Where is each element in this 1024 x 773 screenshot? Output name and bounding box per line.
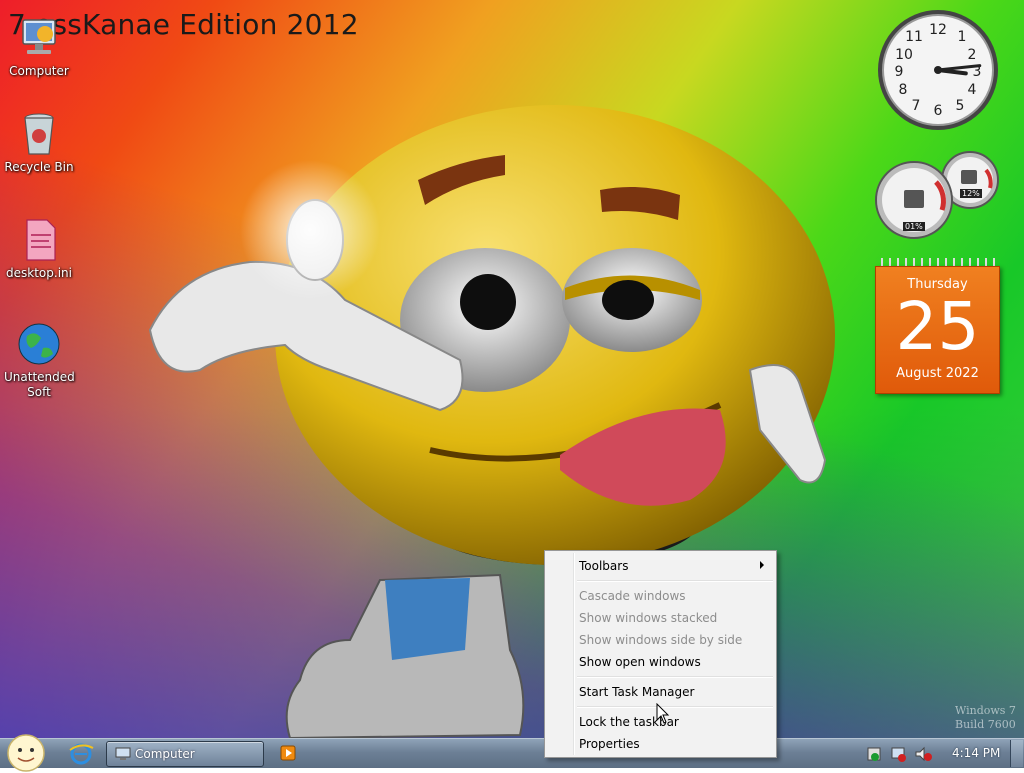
desktop-icon-label: Computer — [9, 64, 69, 78]
taskbar-button-computer[interactable]: Computer — [106, 741, 264, 767]
svg-text:4: 4 — [968, 82, 977, 98]
media-player-icon[interactable] — [280, 745, 296, 761]
computer-icon — [15, 14, 63, 62]
show-desktop-button[interactable] — [1010, 740, 1023, 767]
volume-muted-icon — [915, 746, 932, 762]
settings-file-icon — [15, 216, 63, 264]
start-button[interactable] — [6, 733, 46, 773]
menu-item-show-open-windows[interactable]: Show open windows — [579, 653, 701, 671]
desktop-icon-unattended-soft[interactable]: Unattended Soft — [1, 320, 77, 400]
desktop-icon-label: Recycle Bin — [4, 160, 74, 174]
svg-text:9: 9 — [895, 64, 904, 80]
svg-text:11: 11 — [905, 29, 923, 45]
desktop-icon-recycle-bin[interactable]: Recycle Bin — [1, 110, 77, 175]
calendar-month-year: August 2022 — [896, 366, 979, 381]
svg-text:10: 10 — [895, 47, 913, 63]
cpu-meter-gadget[interactable]: 01% 12% — [874, 148, 1000, 240]
memory-percent: 12% — [960, 189, 982, 198]
menu-item-properties[interactable]: Properties — [579, 735, 640, 753]
taskbar-context-menu: Toolbars Cascade windows Show windows st… — [544, 550, 777, 758]
menu-separator — [577, 580, 773, 582]
svg-text:1: 1 — [958, 29, 967, 45]
menu-item-toolbars[interactable]: Toolbars — [579, 557, 628, 575]
svg-text:6: 6 — [934, 103, 943, 119]
recycle-bin-icon — [15, 110, 63, 158]
calendar-day-number: 25 — [895, 288, 980, 365]
svg-text:12: 12 — [929, 22, 947, 38]
desktop[interactable]: 7 ossKanae Edition 2012 Computer Recycle… — [0, 0, 1024, 738]
taskbar[interactable]: Computer 4:14 PM — [0, 734, 1024, 772]
desktop-icon-label: desktop.ini — [6, 266, 72, 280]
svg-text:7: 7 — [912, 98, 921, 114]
computer-icon — [115, 747, 131, 760]
svg-text:8: 8 — [899, 82, 908, 98]
clock-gadget[interactable]: 12 12 345 678 91011 — [876, 8, 1000, 132]
menu-separator — [577, 706, 773, 708]
menu-item-cascade-windows: Cascade windows — [579, 589, 686, 603]
wallpaper-art — [148, 105, 835, 738]
internet-explorer-icon[interactable] — [66, 742, 96, 766]
menu-item-start-task-manager[interactable]: Start Task Manager — [579, 683, 694, 701]
watermark-line-2: Build 7600 — [955, 718, 1016, 731]
cpu-percent: 01% — [903, 222, 925, 231]
svg-text:2: 2 — [968, 47, 977, 63]
notification-area[interactable] — [864, 745, 936, 763]
mouse-cursor-icon — [656, 703, 670, 724]
watermark-line-1: Windows 7 — [955, 704, 1016, 717]
calendar-page: Thursday 25 August 2022 — [875, 266, 1000, 394]
menu-item-show-windows-side-by-side: Show windows side by side — [579, 633, 743, 647]
calendar-gadget[interactable]: Thursday 25 August 2022 — [875, 256, 1000, 394]
submenu-arrow-icon — [760, 561, 764, 569]
desktop-icon-computer[interactable]: Computer — [1, 14, 77, 79]
taskbar-button-label: Computer — [135, 747, 195, 761]
action-center-icon — [867, 747, 881, 761]
globe-icon — [15, 320, 63, 368]
svg-text:5: 5 — [956, 98, 965, 114]
menu-gutter — [573, 553, 575, 755]
network-icon — [891, 747, 906, 762]
taskbar-clock[interactable]: 4:14 PM — [952, 746, 1000, 760]
build-watermark: Windows 7 Build 7600 — [955, 704, 1016, 732]
menu-separator — [577, 676, 773, 678]
menu-item-show-windows-stacked: Show windows stacked — [579, 611, 718, 625]
desktop-icon-label: Unattended Soft — [4, 370, 75, 399]
desktop-icon-desktop-ini[interactable]: desktop.ini — [1, 216, 77, 281]
